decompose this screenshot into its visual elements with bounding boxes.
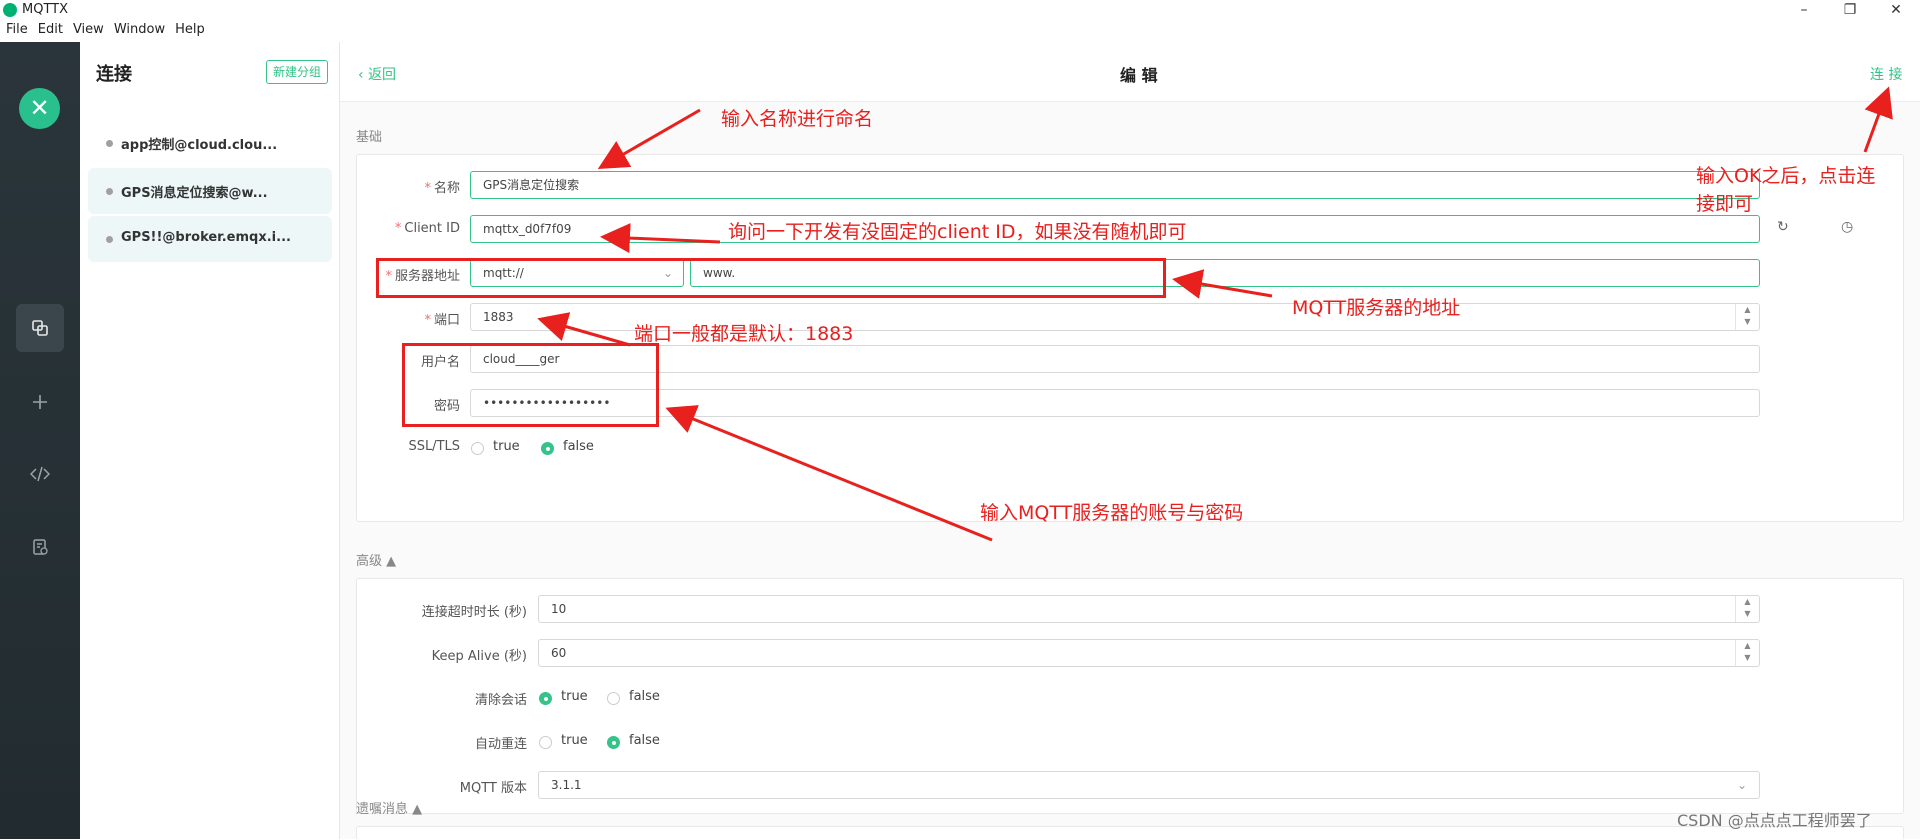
refresh-icon[interactable]: ↻	[1777, 219, 1789, 235]
lastwill-section-title[interactable]: 遗嘱消息 ▲	[356, 798, 422, 817]
page-title: 编 辑	[1120, 66, 1158, 85]
ssl-true-label: true	[493, 439, 520, 454]
plus-icon[interactable]	[16, 378, 64, 426]
new-group-button[interactable]: 新建分组	[266, 60, 328, 84]
port-label: * 端口	[424, 313, 460, 328]
advanced-card: 连接超时时长 (秒) 10 ▲ ▼ Keep Alive (秒) 60 ▲ ▼ 清除…	[356, 578, 1904, 814]
back-button[interactable]: ‹ 返回	[358, 64, 396, 84]
server-annotation: MQTT服务器的地址	[1292, 297, 1461, 319]
mqttx-logo: ✕	[19, 88, 60, 129]
connection-name: app控制@cloud.clou...	[121, 138, 278, 153]
reconnect-false-label: false	[629, 733, 660, 748]
connection-list-panel: 连接 新建分组 app控制@cloud.clou... GPS消息定位搜索@w.…	[80, 42, 340, 839]
connect-annotation-line2: 接即可	[1696, 193, 1754, 215]
chevron-down-icon: ⌄	[1736, 778, 1747, 792]
left-sidebar: ✕	[0, 42, 80, 839]
mqtt-version-value: 3.1.1	[551, 778, 582, 792]
password-input[interactable]: ••••••••••••••••••	[470, 389, 1760, 417]
timeout-value: 10	[551, 602, 567, 616]
keepalive-stepper[interactable]: ▲ ▼	[1735, 640, 1759, 666]
mqtt-version-label: MQTT 版本	[459, 781, 527, 796]
reconnect-false-radio[interactable]	[607, 736, 620, 749]
timeout-input[interactable]: 10 ▲ ▼	[538, 595, 1760, 623]
lastwill-card	[356, 826, 1904, 840]
connection-name: GPS!!@broker.emqx.i...	[121, 230, 291, 245]
menu-window[interactable]: Window	[114, 22, 165, 42]
connection-item[interactable]: GPS!!@broker.emqx.i...	[88, 216, 332, 262]
connections-icon[interactable]	[16, 304, 64, 352]
close-button[interactable]: ✕	[1876, 0, 1916, 20]
name-label: * 名称	[424, 181, 460, 196]
watermark: CSDN @点点点工程师罢了	[1677, 811, 1872, 830]
connections-heading: 连接	[96, 64, 132, 85]
connect-button[interactable]: 连 接	[1870, 64, 1902, 84]
account-highlight-box	[402, 343, 659, 427]
clean-false-label: false	[629, 689, 660, 704]
chevron-left-icon: ‹	[358, 67, 369, 83]
keepalive-value: 60	[551, 646, 567, 660]
ssl-false-label: false	[563, 439, 594, 454]
port-annotation: 端口一般都是默认：1883	[634, 323, 854, 345]
keepalive-label: Keep Alive (秒)	[431, 649, 527, 664]
edit-panel: ‹ 返回 编 辑 连 接 基础 * 名称 GPS消息定位搜索 * Client ID…	[340, 42, 1920, 840]
clean-true-label: true	[561, 689, 588, 704]
port-value: 1883	[483, 310, 514, 324]
ssl-label: SSL/TLS	[408, 439, 460, 454]
status-dot	[106, 188, 113, 195]
server-highlight-box	[376, 258, 1166, 298]
clock-icon[interactable]: ◷	[1841, 219, 1853, 235]
basic-section-title: 基础	[356, 130, 383, 145]
menu-help[interactable]: Help	[175, 22, 205, 42]
connection-item-selected[interactable]: GPS消息定位搜索@w...	[88, 168, 332, 214]
log-icon[interactable]	[16, 523, 64, 571]
ssl-false-radio[interactable]	[541, 442, 554, 455]
clean-session-label: 清除会话	[474, 693, 527, 708]
reconnect-true-label: true	[561, 733, 588, 748]
basic-card: * 名称 GPS消息定位搜索 * Client ID mqttx_d0f7f09 ↻…	[356, 154, 1904, 522]
mqttx-app-icon	[3, 3, 17, 17]
timeout-stepper[interactable]: ▲ ▼	[1735, 596, 1759, 622]
status-dot	[106, 236, 113, 243]
code-icon[interactable]	[16, 450, 64, 498]
connection-item[interactable]: app控制@cloud.clou...	[88, 120, 332, 166]
name-annotation: 输入名称进行命名	[721, 108, 874, 130]
keepalive-input[interactable]: 60 ▲ ▼	[538, 639, 1760, 667]
reconnect-true-radio[interactable]	[539, 736, 552, 749]
window-title: MQTTX	[22, 2, 69, 17]
username-input[interactable]: cloud____ger	[470, 345, 1760, 373]
edit-topbar: ‹ 返回 编 辑 连 接	[340, 42, 1920, 102]
menu-bar: File Edit View Window Help	[0, 22, 209, 42]
account-annotation: 输入MQTT服务器的账号与密码	[980, 502, 1244, 524]
title-bar: MQTTX – ❐ ✕	[0, 0, 1920, 20]
port-stepper[interactable]: ▲ ▼	[1735, 304, 1759, 330]
menu-edit[interactable]: Edit	[38, 22, 63, 42]
mqtt-version-select[interactable]: 3.1.1 ⌄	[538, 771, 1760, 799]
menu-file[interactable]: File	[6, 22, 28, 42]
status-dot	[106, 140, 113, 147]
clientid-annotation: 询问一下开发有没固定的client ID，如果没有随机即可	[728, 221, 1187, 243]
back-label: 返回	[368, 67, 397, 83]
ssl-true-radio[interactable]	[471, 442, 484, 455]
name-input[interactable]: GPS消息定位搜索	[470, 171, 1760, 199]
advanced-section-title[interactable]: 高级 ▲	[356, 550, 396, 569]
menu-view[interactable]: View	[73, 22, 104, 42]
restore-button[interactable]: ❐	[1830, 0, 1870, 20]
timeout-label: 连接超时时长 (秒)	[421, 605, 527, 620]
connect-annotation-line1: 输入OK之后，点击连	[1696, 165, 1876, 187]
clean-false-radio[interactable]	[607, 692, 620, 705]
reconnect-label: 自动重连	[474, 737, 527, 752]
connection-name: GPS消息定位搜索@w...	[121, 186, 268, 201]
clean-true-radio[interactable]	[539, 692, 552, 705]
clientid-label: * Client ID	[394, 221, 460, 236]
minimize-button[interactable]: –	[1784, 0, 1824, 20]
